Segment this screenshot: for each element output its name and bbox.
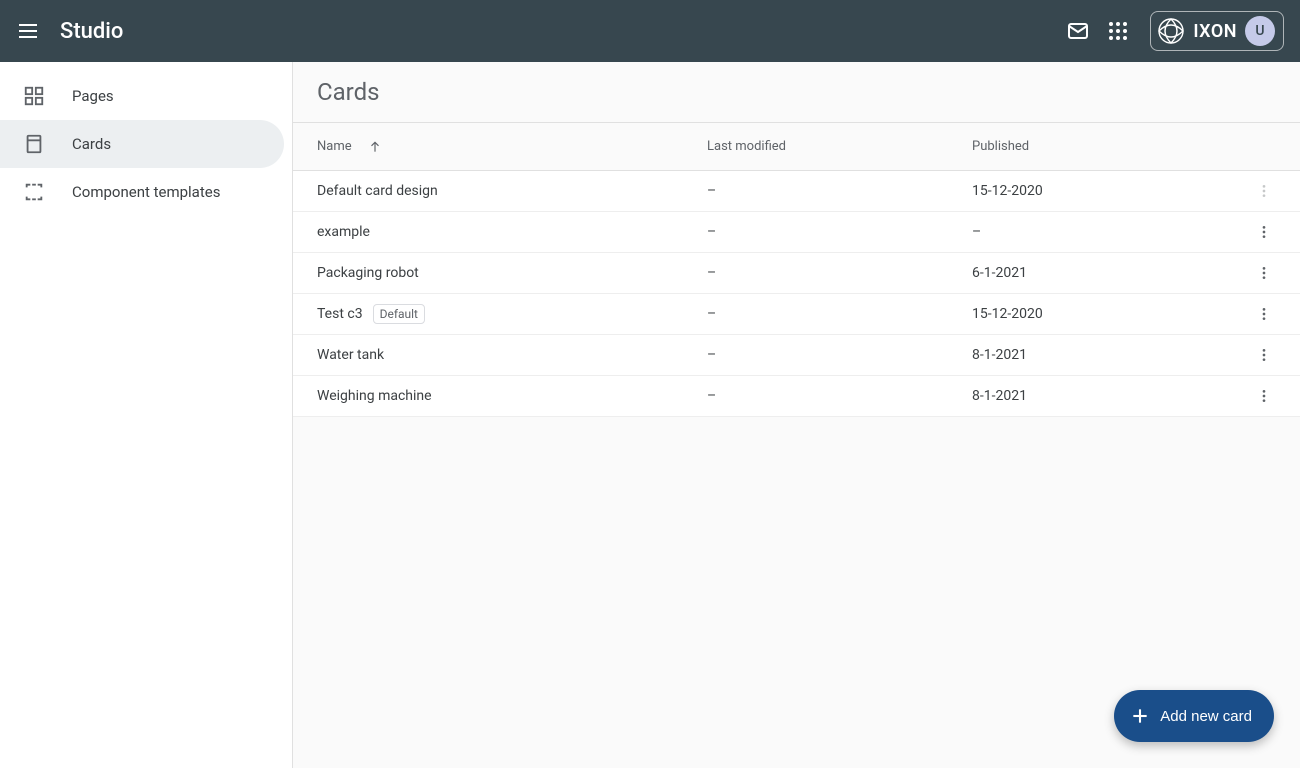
row-name: Water tank — [317, 347, 384, 363]
column-header-name[interactable]: Name — [317, 139, 707, 154]
sidebar-item-pages[interactable]: Pages — [0, 72, 284, 120]
row-modified: – — [707, 265, 972, 281]
card-icon — [22, 132, 46, 156]
row-published: 15-12-2020 — [972, 183, 1232, 199]
column-header-published[interactable]: Published — [972, 139, 1232, 154]
row-name: Test c3 — [317, 306, 363, 322]
row-published: 6-1-2021 — [972, 265, 1232, 281]
kebab-icon[interactable] — [1252, 261, 1276, 285]
row-name: Packaging robot — [317, 265, 419, 281]
row-modified: – — [707, 388, 972, 404]
table-row[interactable]: Packaging robot – 6-1-2021 — [293, 253, 1300, 294]
row-name: example — [317, 224, 370, 240]
table-header: Name Last modified Published — [293, 123, 1300, 171]
app-title: Studio — [60, 19, 123, 44]
column-header-name-label: Name — [317, 139, 352, 154]
row-modified: – — [707, 306, 972, 322]
table-row[interactable]: Water tank – 8-1-2021 — [293, 335, 1300, 376]
sidebar-item-cards[interactable]: Cards — [0, 120, 284, 168]
row-published: 8-1-2021 — [972, 347, 1232, 363]
row-published: 15-12-2020 — [972, 306, 1232, 322]
default-badge: Default — [373, 304, 425, 324]
column-header-modified[interactable]: Last modified — [707, 139, 972, 154]
sidebar-item-component-templates[interactable]: Component templates — [0, 168, 284, 216]
row-modified: – — [707, 347, 972, 363]
mail-icon[interactable] — [1058, 11, 1098, 51]
table-row[interactable]: Weighing machine – 8-1-2021 — [293, 376, 1300, 417]
menu-icon[interactable] — [16, 19, 40, 43]
row-published: – — [972, 224, 1232, 240]
brand-logo-icon — [1157, 17, 1185, 45]
cards-table: Name Last modified Published Default car… — [293, 122, 1300, 417]
dashboard-icon — [22, 84, 46, 108]
kebab-icon[interactable] — [1252, 343, 1276, 367]
main-content: Cards Name Last modified Published Defa — [293, 62, 1300, 768]
row-name: Weighing machine — [317, 388, 432, 404]
page-title: Cards — [293, 62, 1300, 122]
kebab-icon[interactable] — [1252, 220, 1276, 244]
app-header: Studio IXON U — [0, 0, 1300, 62]
kebab-icon[interactable] — [1252, 179, 1276, 203]
row-published: 8-1-2021 — [972, 388, 1232, 404]
avatar: U — [1245, 16, 1275, 46]
sidebar-item-label: Cards — [72, 135, 111, 153]
row-name: Default card design — [317, 183, 438, 199]
kebab-icon[interactable] — [1252, 302, 1276, 326]
row-modified: – — [707, 224, 972, 240]
row-modified: – — [707, 183, 972, 199]
table-row[interactable]: Default card design – 15-12-2020 — [293, 171, 1300, 212]
table-row[interactable]: Test c3 Default – 15-12-2020 — [293, 294, 1300, 335]
fab-label: Add new card — [1160, 708, 1252, 725]
sidebar: Pages Cards Component templates — [0, 62, 293, 768]
template-icon — [22, 180, 46, 204]
brand-name: IXON — [1193, 21, 1237, 42]
plus-icon — [1130, 706, 1150, 726]
brand-account-chip[interactable]: IXON U — [1150, 11, 1284, 51]
add-new-card-button[interactable]: Add new card — [1114, 690, 1274, 742]
sidebar-item-label: Pages — [72, 87, 114, 105]
table-row[interactable]: example – – — [293, 212, 1300, 253]
apps-icon[interactable] — [1098, 11, 1138, 51]
sidebar-item-label: Component templates — [72, 183, 220, 201]
kebab-icon[interactable] — [1252, 384, 1276, 408]
sort-asc-icon — [368, 140, 382, 154]
